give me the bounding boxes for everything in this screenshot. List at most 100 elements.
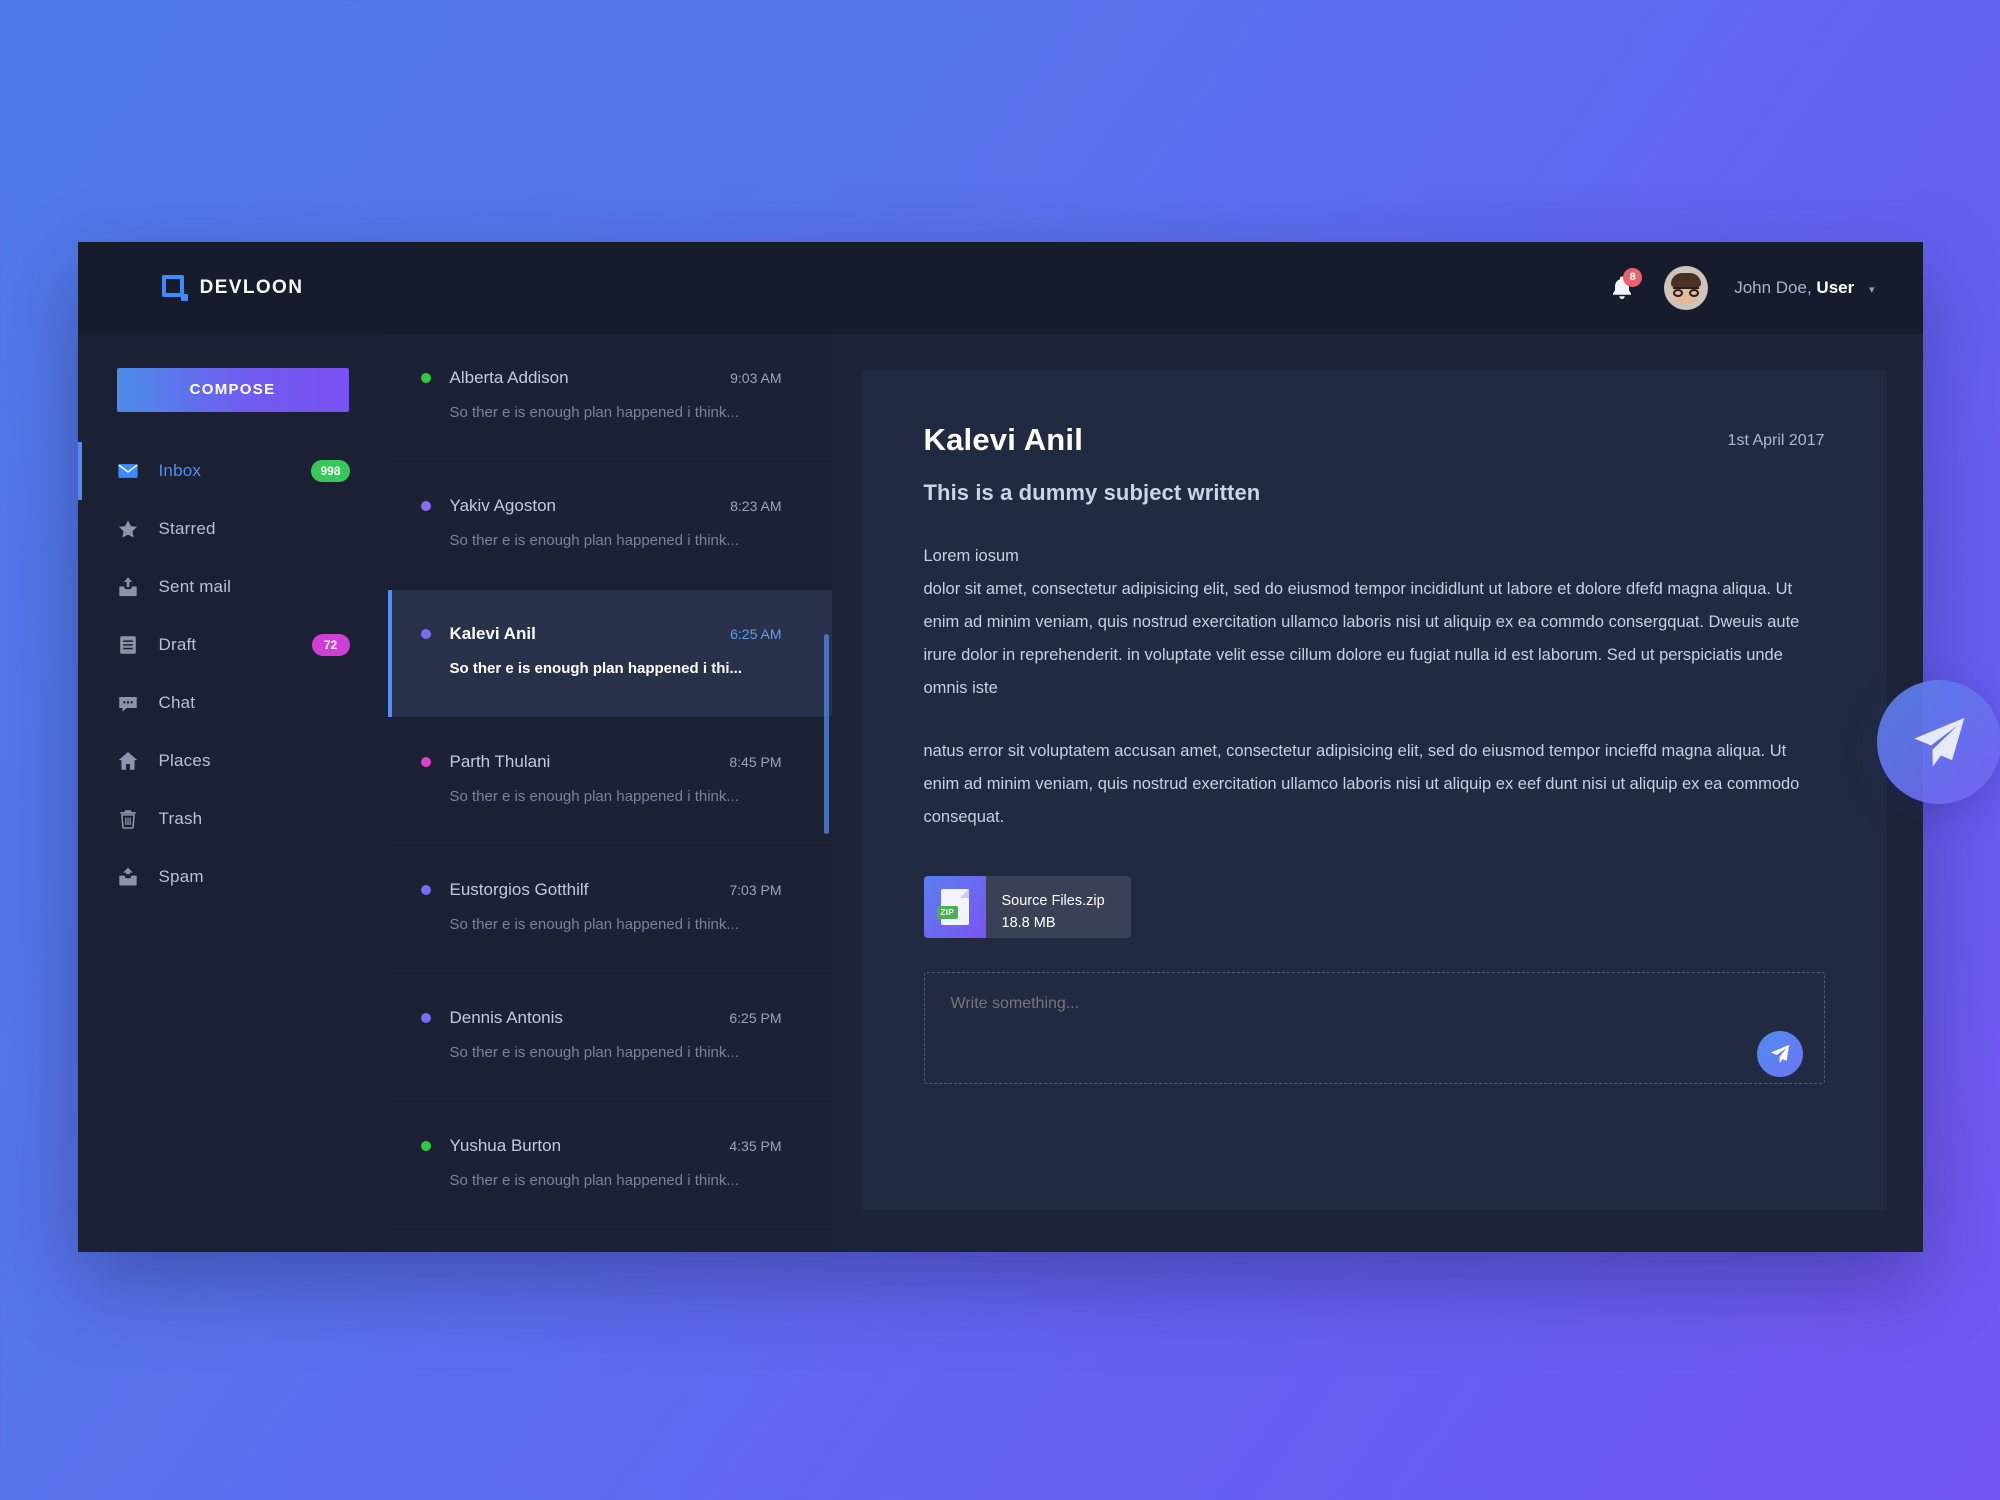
sidebar-item-label: Chat: [158, 692, 196, 712]
sidebar-item-sent-mail[interactable]: Sent mail: [78, 558, 388, 616]
mail-time: 7:03 PM: [729, 881, 782, 898]
detail-header: Kalevi Anil 1st April 2017: [924, 422, 1825, 458]
mail-item-header: Yakiv Agoston 8:23 AM: [420, 495, 782, 516]
mail-list[interactable]: Alberta Addison 9:03 AM So ther e is enoug…: [387, 333, 832, 1252]
sidebar-item-starred[interactable]: Starred: [78, 500, 388, 558]
reply-area: [923, 971, 1825, 1089]
detail-subject: This is a dummy subject written: [923, 479, 1261, 505]
user-role-label: User: [1816, 277, 1855, 297]
mail-time: 8:23 AM: [730, 497, 782, 514]
brand-name: DEVLOON: [199, 276, 304, 298]
sidebar-item-draft[interactable]: Draft 72: [78, 616, 388, 674]
user-name-label: John Doe,: [1734, 277, 1812, 297]
mail-list-item[interactable]: Yushua Burton 4:35 PM So ther e is enough …: [387, 1102, 832, 1230]
mail-time: 4:35 PM: [729, 1137, 782, 1154]
mail-item-header: Parth Thulani 8:45 PM: [420, 751, 782, 772]
detail-lorem-line: Lorem iosum: [923, 546, 1019, 565]
detail-paragraph-2: natus error sit voluptatem accusan amet,…: [923, 741, 1800, 826]
sidebar-item-places[interactable]: Places: [78, 732, 388, 790]
mail-list-item[interactable]: Yakiv Agoston 8:23 AM So ther e is enough …: [387, 462, 832, 590]
mail-status-dot-icon: [420, 884, 431, 895]
zip-file-icon: ZIP: [923, 875, 986, 938]
mail-snippet: So ther e is enough plan happened i thin…: [449, 403, 739, 421]
sidebar-item-label: Starred: [158, 518, 216, 538]
spam-inbox-icon: [117, 866, 147, 888]
mail-list-item[interactable]: Parth Thulani 8:45 PM So ther e is enough …: [387, 718, 832, 846]
mail-time: 6:25 AM: [730, 625, 782, 642]
mail-item-header: Eustorgios Gotthilf 7:03 PM: [420, 879, 782, 900]
sidebar-item-inbox[interactable]: Inbox 998: [77, 441, 388, 500]
mail-status-dot-icon: [420, 1140, 431, 1151]
attachment-item[interactable]: ZIP Source Files.zip 18.8 MB: [923, 875, 1131, 938]
mail-snippet: So ther e is enough plan happened i thin…: [449, 531, 739, 549]
mail-time: 9:03 AM: [730, 369, 782, 386]
mail-status-dot-icon: [420, 500, 431, 511]
topbar-right: 8 John Doe, User ▾: [1606, 265, 1875, 310]
sidebar-item-label: Draft: [158, 634, 197, 654]
mail-sender-name: Alberta Addison: [449, 367, 569, 387]
detail-sender: Kalevi Anil: [923, 421, 1084, 457]
mail-status-dot-icon: [420, 1012, 431, 1023]
mail-sender-name: Kalevi Anil: [449, 623, 536, 643]
sidebar: COMPOSE Inbox 998 Starred Sent mail Draft 72 C…: [77, 333, 388, 1252]
mail-snippet: So ther e is enough plan happened i thin…: [449, 1043, 739, 1061]
topbar: DEVLOON 8 John Doe, User ▾: [77, 241, 1923, 334]
star-icon: [117, 518, 147, 540]
app-window: DEVLOON 8 John Doe, User ▾ COMPOSE Inbox…: [77, 241, 2000, 1252]
mail-status-dot-icon: [420, 628, 431, 639]
mail-sender-name: Eustorgios Gotthilf: [449, 879, 589, 899]
notification-badge: 8: [1623, 267, 1643, 287]
mail-snippet: So ther e is enough plan happened i thin…: [449, 787, 739, 805]
detail-body-line: dolor sit amet, consectetur adipisicing …: [923, 579, 1800, 697]
mail-list-scrollbar[interactable]: [823, 633, 829, 834]
avatar[interactable]: [1664, 265, 1709, 310]
mail-item-header: Yushua Burton 4:35 PM: [420, 1136, 782, 1156]
mail-snippet: So ther e is enough plan happened i thin…: [449, 915, 739, 933]
mail-detail-card: Kalevi Anil 1st April 2017 This is a dum…: [861, 369, 1887, 1210]
mail-status-dot-icon: [420, 372, 431, 383]
chevron-down-icon: ▾: [1868, 283, 1875, 296]
trash-icon: [117, 808, 147, 830]
mail-snippet: So ther e is enough plan happened i thi.…: [449, 659, 743, 677]
paper-plane-icon: [1913, 717, 1964, 767]
mail-time: 8:45 PM: [729, 753, 782, 770]
mail-sender-name: Parth Thulani: [449, 751, 551, 771]
sent-mail-icon: [117, 576, 147, 598]
mail-snippet: So ther e is enough plan happened i thin…: [449, 1171, 739, 1189]
sidebar-nav: Inbox 998 Starred Sent mail Draft 72 Chat Place…: [77, 441, 388, 906]
attachment-meta: Source Files.zip 18.8 MB: [986, 876, 1131, 938]
chat-bubble-icon: [117, 692, 147, 714]
sidebar-item-badge: 72: [311, 633, 350, 656]
mail-sender-name: Yakiv Agoston: [449, 495, 556, 515]
sidebar-item-label: Places: [158, 750, 211, 770]
sidebar-item-label: Inbox: [158, 460, 202, 480]
mail-item-header: Kalevi Anil 6:25 AM: [420, 623, 782, 644]
reply-send-button[interactable]: [1756, 1030, 1803, 1077]
mail-sender-name: Dennis Antonis: [449, 1007, 563, 1027]
mail-detail-pane: Kalevi Anil 1st April 2017 This is a dum…: [831, 333, 1923, 1252]
notifications-button[interactable]: 8: [1606, 267, 1643, 306]
mail-list-item[interactable]: Eustorgios Gotthilf 7:03 PM So ther e is e…: [387, 846, 832, 974]
mail-item-header: Dennis Antonis 6:25 PM: [420, 1007, 782, 1028]
attachment-size: 18.8 MB: [1001, 915, 1056, 931]
sidebar-item-label: Spam: [158, 866, 204, 886]
brand: DEVLOON: [78, 274, 388, 301]
floating-send-button[interactable]: [1876, 679, 2000, 804]
user-menu[interactable]: John Doe, User ▾: [1734, 278, 1874, 298]
sidebar-item-spam[interactable]: Spam: [78, 848, 388, 906]
mail-list-item[interactable]: Dennis Antonis 6:25 PM So ther e is enough…: [387, 974, 832, 1102]
devloon-logo-icon: [161, 274, 188, 301]
mail-status-dot-icon: [420, 756, 431, 767]
compose-button[interactable]: COMPOSE: [116, 367, 349, 412]
sidebar-item-trash[interactable]: Trash: [78, 790, 388, 848]
sidebar-item-chat[interactable]: Chat: [78, 674, 388, 732]
mail-item-header: Alberta Addison 9:03 AM: [420, 367, 782, 388]
sidebar-item-badge: 998: [311, 459, 350, 482]
mail-list-item[interactable]: Alberta Addison 9:03 AM So ther e is enoug…: [387, 334, 832, 462]
mail-list-item[interactable]: Kalevi Anil 6:25 AM So ther e is enough pl…: [387, 589, 832, 718]
paper-plane-icon: [1770, 1044, 1789, 1063]
document-icon: [117, 634, 147, 656]
sidebar-item-label: Trash: [158, 808, 203, 828]
reply-input[interactable]: [923, 971, 1825, 1084]
envelope-icon: [117, 460, 147, 482]
